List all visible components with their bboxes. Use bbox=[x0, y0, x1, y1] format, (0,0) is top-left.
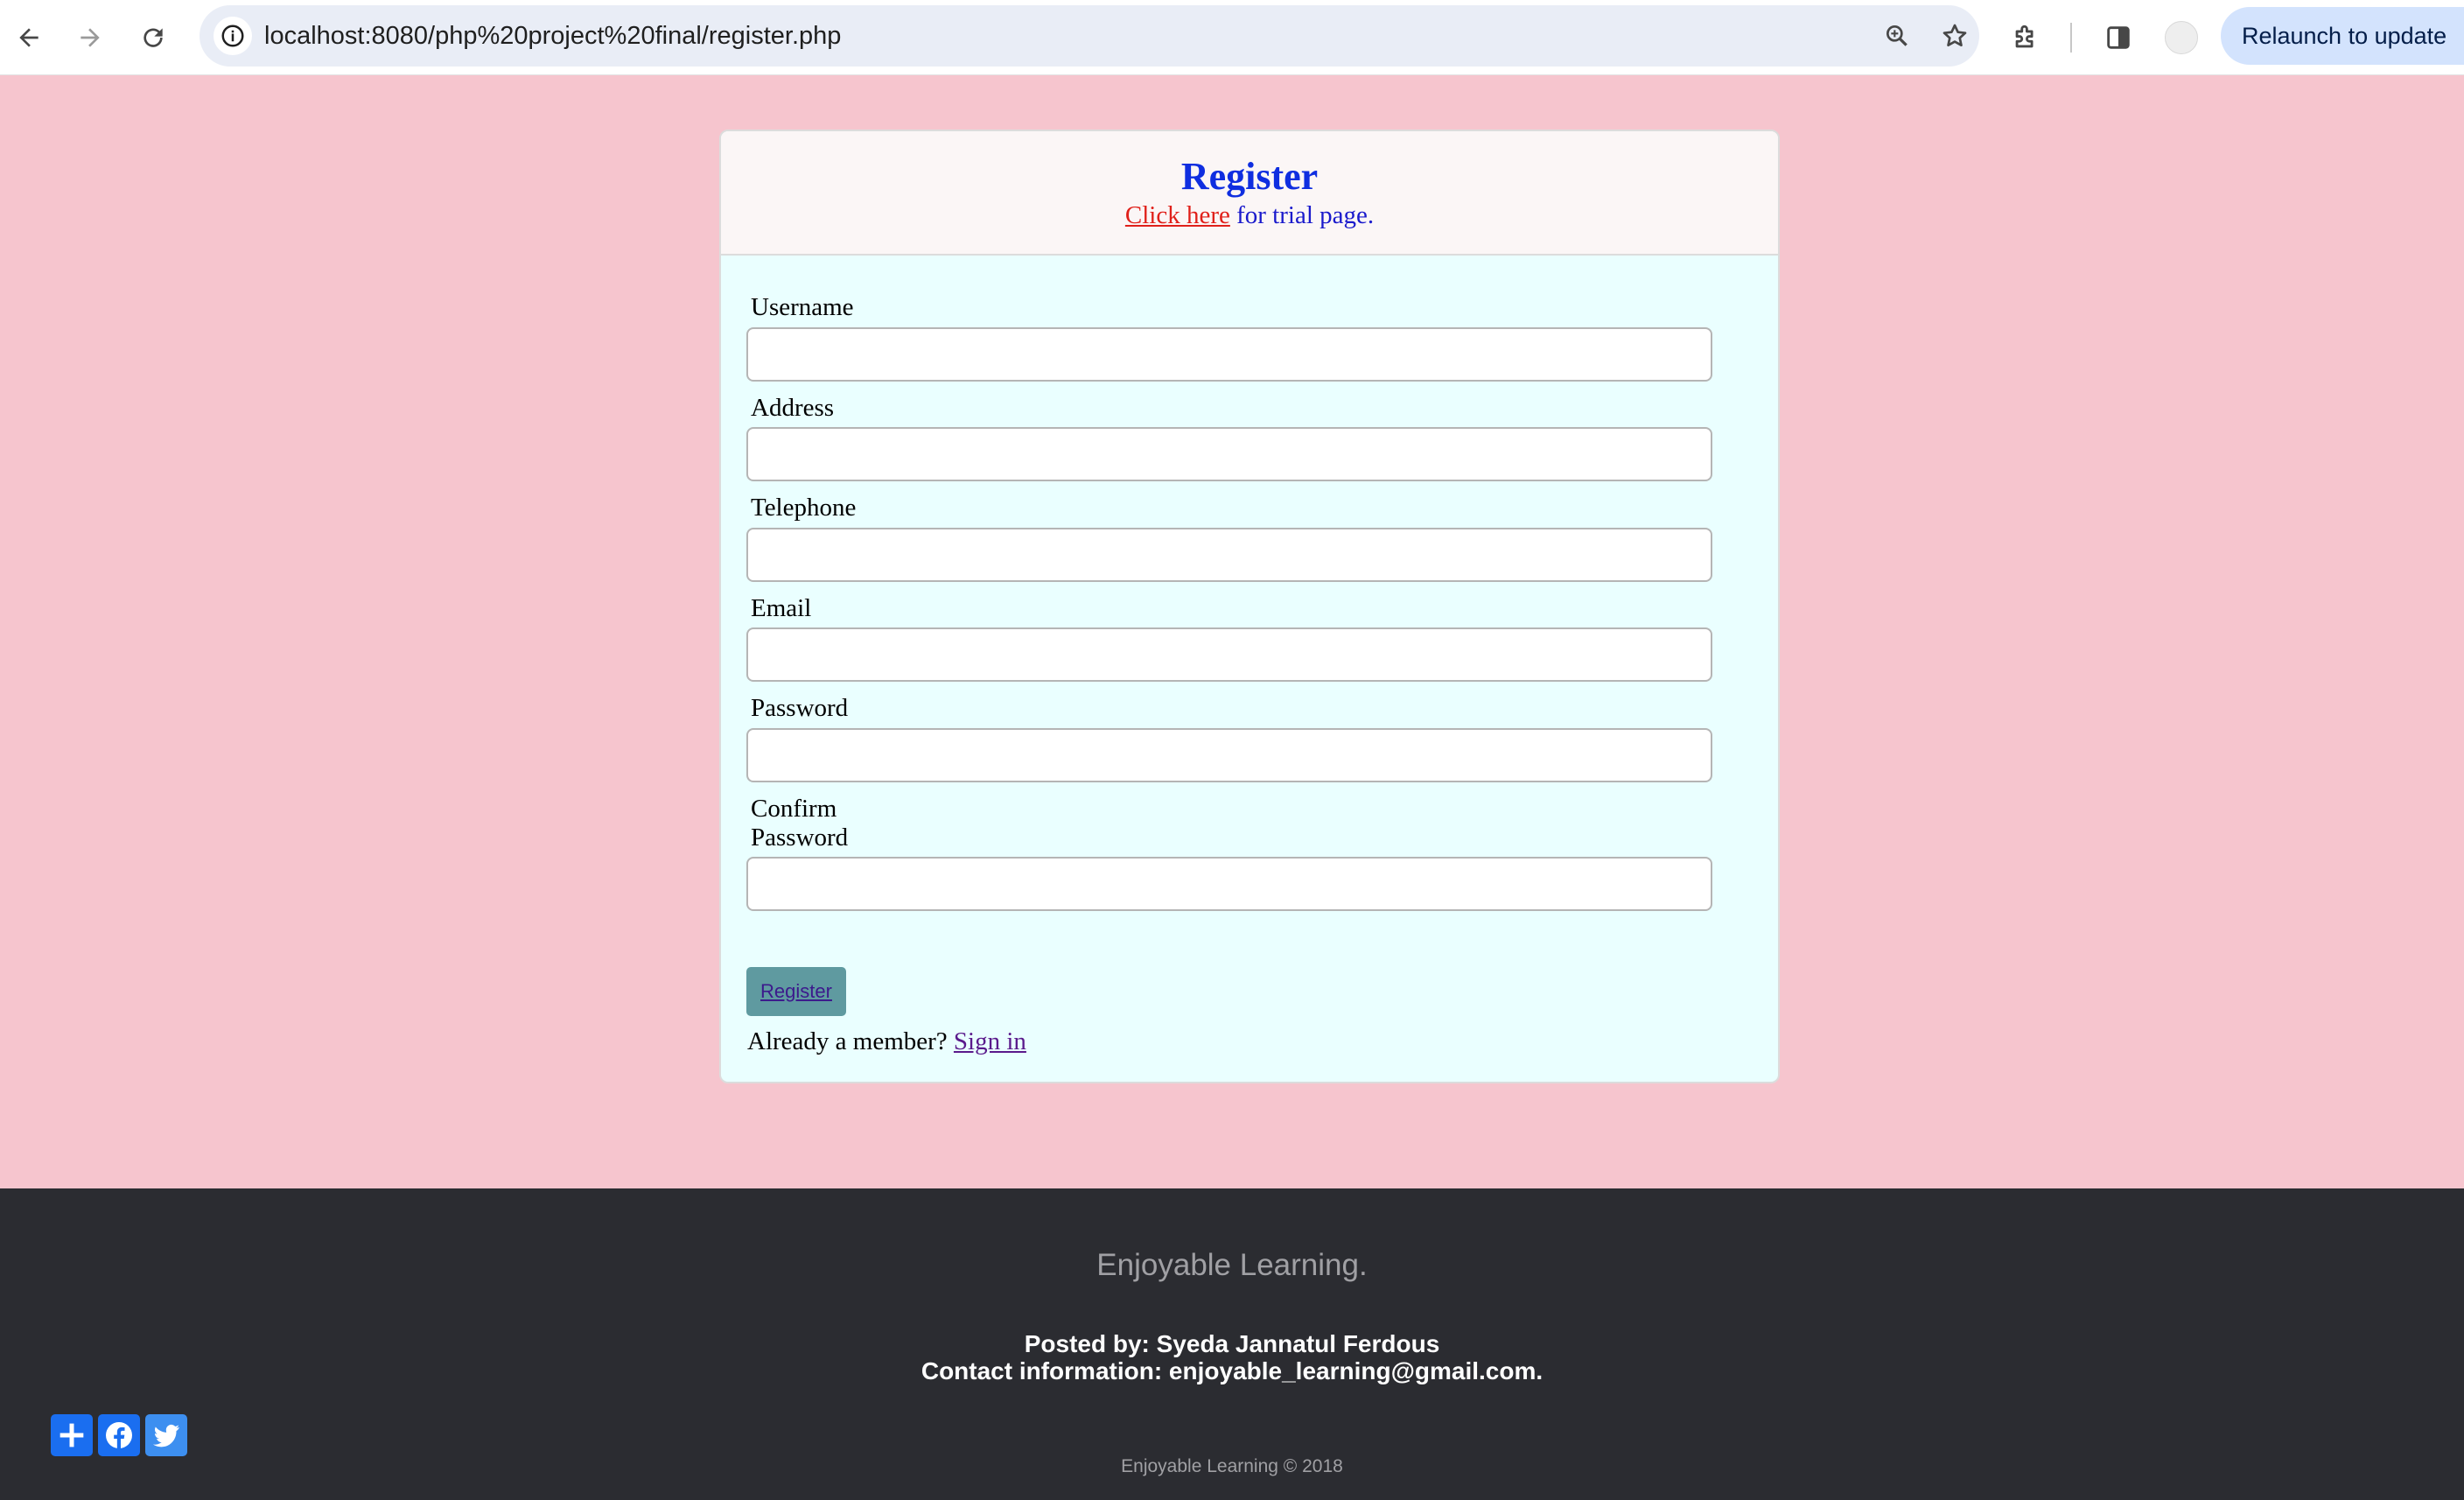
password-label: Password bbox=[751, 694, 849, 722]
site-info-icon[interactable] bbox=[214, 17, 252, 55]
zoom-icon[interactable] bbox=[1878, 17, 1916, 55]
username-label: Username bbox=[751, 293, 854, 321]
forward-icon[interactable] bbox=[66, 14, 114, 61]
trial-page-suffix: for trial page. bbox=[1229, 201, 1375, 229]
telephone-label: Telephone bbox=[751, 494, 857, 522]
confirm-password-label-line2: Password bbox=[751, 824, 849, 852]
address-input[interactable] bbox=[746, 427, 1712, 481]
trial-page-link[interactable]: Click here bbox=[1125, 201, 1230, 229]
add-share-icon[interactable] bbox=[51, 1414, 93, 1456]
email-label: Email bbox=[751, 594, 812, 622]
reload-icon[interactable] bbox=[130, 14, 177, 61]
address-label: Address bbox=[751, 394, 835, 422]
sign-in-link[interactable]: Sign in bbox=[954, 1027, 1026, 1055]
side-panel-icon[interactable] bbox=[2095, 14, 2142, 61]
page-title: Register bbox=[1180, 155, 1319, 198]
address-bar[interactable]: localhost:8080/php%20project%20final/reg… bbox=[200, 5, 1979, 67]
confirm-password-input[interactable] bbox=[746, 857, 1712, 911]
copyright-text: Enjoyable Learning © 2018 bbox=[1121, 1456, 1343, 1476]
toolbar-separator bbox=[2070, 23, 2072, 53]
profile-avatar[interactable] bbox=[2165, 21, 2198, 54]
trial-page-text: Click here for trial page. bbox=[721, 201, 1778, 230]
browser-toolbar: localhost:8080/php%20project%20final/reg… bbox=[0, 0, 2464, 75]
password-input[interactable] bbox=[746, 728, 1712, 782]
already-member-text: Already a member? Sign in bbox=[747, 1027, 1026, 1056]
email-input[interactable] bbox=[746, 627, 1712, 682]
register-button[interactable]: Register bbox=[746, 967, 846, 1016]
facebook-icon[interactable] bbox=[98, 1414, 140, 1456]
footer-tagline: Enjoyable Learning. bbox=[1096, 1248, 1368, 1282]
register-card: Register Click here for trial page. User… bbox=[719, 130, 1780, 1083]
posted-by-text: Posted by: Syeda Jannatul Ferdous bbox=[1024, 1330, 1440, 1357]
page-footer: Enjoyable Learning. Posted by: Syeda Jan… bbox=[0, 1188, 2464, 1500]
contact-text: Contact information: enjoyable_learning@… bbox=[920, 1357, 1544, 1384]
confirm-password-label-line1: Confirm bbox=[751, 795, 837, 823]
relaunch-button[interactable]: Relaunch to update bbox=[2221, 7, 2464, 65]
twitter-icon[interactable] bbox=[145, 1414, 187, 1456]
back-icon[interactable] bbox=[5, 14, 52, 61]
card-header: Register Click here for trial page. bbox=[721, 131, 1778, 256]
extensions-icon[interactable] bbox=[2002, 14, 2049, 61]
bookmark-star-icon[interactable] bbox=[1936, 17, 1974, 55]
already-member-label: Already a member? bbox=[747, 1027, 954, 1055]
url-text[interactable]: localhost:8080/php%20project%20final/reg… bbox=[264, 5, 841, 67]
telephone-input[interactable] bbox=[746, 528, 1712, 582]
username-input[interactable] bbox=[746, 327, 1712, 382]
